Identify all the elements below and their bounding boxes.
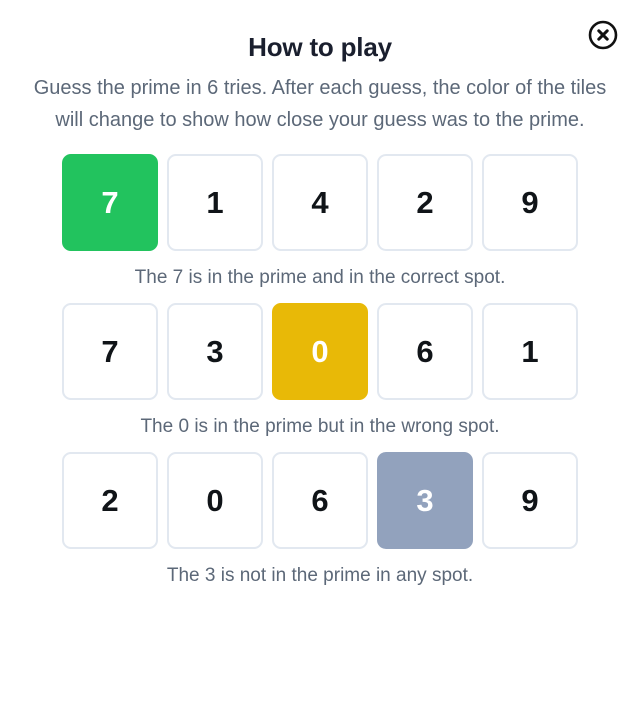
close-button[interactable] <box>586 18 620 52</box>
example-caption: The 0 is in the prime but in the wrong s… <box>140 416 500 437</box>
page-title: How to play <box>248 32 392 62</box>
how-to-play-modal: How to play Guess the prime in 6 tries. … <box>0 0 640 713</box>
example-row: 2 0 6 3 9 The 3 is not in the prime in a… <box>0 452 640 589</box>
modal-header: How to play <box>0 0 640 72</box>
tile: 2 <box>377 154 473 251</box>
tile: 6 <box>272 452 368 549</box>
examples-list: 7 1 4 2 9 The 7 is in the prime and in t… <box>0 154 640 589</box>
tile: 9 <box>482 154 578 251</box>
tile: 2 <box>62 452 158 549</box>
tile-row: 7 3 0 6 1 <box>0 303 640 400</box>
tile: 6 <box>377 303 473 400</box>
example-caption: The 7 is in the prime and in the correct… <box>134 267 506 288</box>
example-row: 7 3 0 6 1 The 0 is in the prime but in t… <box>0 303 640 440</box>
tile: 9 <box>482 452 578 549</box>
tile-row: 7 1 4 2 9 <box>0 154 640 251</box>
example-caption: The 3 is not in the prime in any spot. <box>166 565 474 586</box>
tile: 1 <box>482 303 578 400</box>
tile: 3 <box>377 452 473 549</box>
tile: 7 <box>62 154 158 251</box>
tile: 4 <box>272 154 368 251</box>
tile-row: 2 0 6 3 9 <box>0 452 640 549</box>
tile: 7 <box>62 303 158 400</box>
example-row: 7 1 4 2 9 The 7 is in the prime and in t… <box>0 154 640 291</box>
tile: 0 <box>167 452 263 549</box>
tile: 0 <box>272 303 368 400</box>
tile: 1 <box>167 154 263 251</box>
close-icon <box>588 20 618 50</box>
tile: 3 <box>167 303 263 400</box>
instructions-text: Guess the prime in 6 tries. After each g… <box>33 77 607 131</box>
